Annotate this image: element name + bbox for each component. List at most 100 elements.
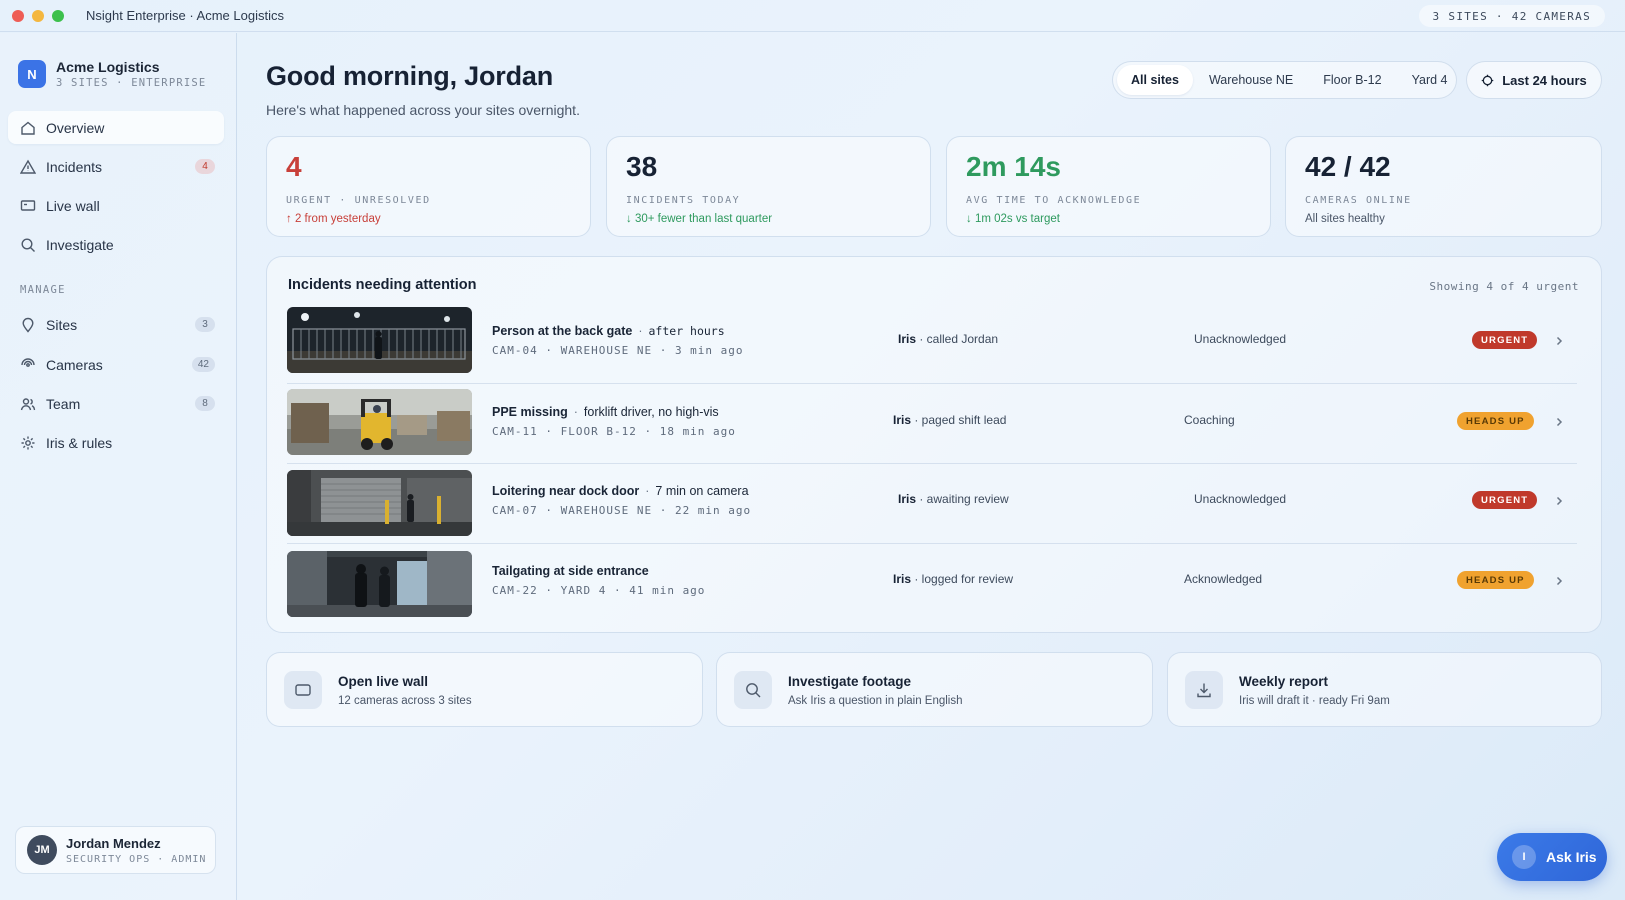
page-subtitle: Here's what happened across your sites o… — [266, 102, 580, 118]
stat-value: 4 — [286, 151, 302, 182]
manage-section-label: MANAGE — [20, 284, 66, 296]
sidebar: N Acme Logistics 3 SITES · ENTERPRISE Ov… — [0, 33, 237, 900]
stat-label: AVG TIME TO ACKNOWLEDGE — [966, 195, 1142, 206]
incident-meta: CAM-07 · WAREHOUSE NE · 22 min ago — [492, 504, 752, 517]
window-controls — [12, 9, 64, 22]
user-profile-card[interactable]: JM Jordan Mendez SECURITY OPS · ADMIN — [15, 826, 216, 874]
incident-thumbnail — [287, 551, 472, 617]
sidebar-item-label: Cameras — [46, 356, 103, 373]
stat-card-incidents-today[interactable]: 38 INCIDENTS TODAY ↓ 30+ fewer than last… — [606, 136, 931, 237]
panel-title: Incidents needing attention — [288, 277, 477, 293]
stat-card-cameras-online[interactable]: 42 / 42 CAMERAS ONLINE All sites healthy — [1285, 136, 1602, 237]
incident-row[interactable]: Person at the back gate · after hours CAM-… — [287, 307, 1577, 387]
open-live-wall-card[interactable]: Open live wall 12 cameras across 3 sites — [266, 652, 703, 727]
stat-delta: ↑ 2 from yesterday — [286, 213, 381, 225]
incident-title: PPE missing · forklift driver, no high-vis — [492, 405, 719, 419]
avatar: JM — [27, 835, 57, 865]
site-filter-group: All sites Warehouse NE Floor B-12 Yard 4 — [1112, 61, 1457, 99]
incident-thumbnail — [287, 389, 472, 455]
stat-card-avg-ack[interactable]: 2m 14s AVG TIME TO ACKNOWLEDGE ↓ 1m 02s … — [946, 136, 1271, 237]
stat-label: URGENT · UNRESOLVED — [286, 195, 431, 206]
sidebar-item-label: Incidents — [46, 158, 103, 175]
pin-icon — [20, 317, 36, 333]
action-subtitle: Ask Iris a question in plain English — [788, 695, 963, 707]
camera-icon — [20, 357, 36, 373]
site-camera-summary: 3 SITES · 42 CAMERAS — [1418, 5, 1605, 27]
chevron-right-icon[interactable] — [1553, 334, 1565, 346]
sidebar-item-label: Team — [46, 395, 81, 412]
page-title: Good morning, Jordan — [266, 61, 553, 91]
incident-agent-action: Iris · awaiting review — [898, 492, 1009, 506]
incident-row[interactable]: Tailgating at side entrance CAM-22 · YAR… — [287, 543, 1577, 623]
sidebar-item-team[interactable]: Team 8 — [8, 387, 224, 420]
sidebar-item-overview[interactable]: Overview — [8, 111, 224, 144]
alert-triangle-icon — [20, 159, 36, 175]
minimize-window-button[interactable] — [32, 9, 44, 22]
incident-status: Coaching — [1184, 413, 1235, 427]
sidebar-item-iris-rules[interactable]: Iris & rules — [8, 426, 224, 459]
download-icon — [1185, 671, 1223, 709]
filter-floor-b-12[interactable]: Floor B-12 — [1309, 65, 1395, 95]
severity-badge: HEADS UP — [1457, 571, 1534, 589]
search-icon — [734, 671, 772, 709]
incident-meta: CAM-22 · YARD 4 · 41 min ago — [492, 584, 706, 597]
org-subtitle: 3 SITES · ENTERPRISE — [56, 77, 207, 89]
sidebar-item-sites[interactable]: Sites 3 — [8, 308, 224, 341]
incident-thumbnail — [287, 470, 472, 536]
incident-agent-action: Iris · called Jordan — [898, 332, 999, 346]
sparkle-icon — [20, 435, 36, 451]
weekly-report-card[interactable]: Weekly report Iris will draft it · ready… — [1167, 652, 1602, 727]
org-switcher[interactable]: N Acme Logistics 3 SITES · ENTERPRISE — [18, 59, 206, 89]
org-logo: N — [18, 60, 46, 88]
incident-status: Unacknowledged — [1194, 332, 1287, 346]
sidebar-item-incidents[interactable]: Incidents 4 — [8, 150, 224, 183]
investigate-footage-card[interactable]: Investigate footage Ask Iris a question … — [716, 652, 1153, 727]
cameras-count-badge: 42 — [191, 357, 215, 372]
sidebar-item-label: Overview — [46, 119, 105, 136]
incident-thumbnail — [287, 307, 472, 373]
stat-card-urgent[interactable]: 4 URGENT · UNRESOLVED ↑ 2 from yesterday — [266, 136, 591, 237]
maximize-window-button[interactable] — [52, 9, 64, 22]
stat-value: 2m 14s — [966, 151, 1061, 182]
sidebar-item-investigate[interactable]: Investigate — [8, 228, 224, 261]
severity-badge: HEADS UP — [1457, 412, 1534, 430]
iris-icon: I — [1512, 845, 1536, 869]
panel-meta: Showing 4 of 4 urgent — [1429, 280, 1579, 293]
sidebar-item-label: Iris & rules — [46, 434, 113, 451]
team-count-badge: 8 — [195, 396, 215, 411]
home-icon — [20, 120, 36, 136]
time-range-label: Last 24 hours — [1502, 72, 1587, 88]
action-title: Investigate footage — [788, 674, 912, 689]
action-title: Weekly report — [1239, 674, 1329, 689]
chevron-right-icon[interactable] — [1553, 574, 1565, 586]
incidents-panel: Incidents needing attention Showing 4 of… — [266, 256, 1602, 633]
incident-agent-action: Iris · logged for review — [893, 572, 1014, 586]
severity-badge: URGENT — [1472, 331, 1538, 349]
incident-row[interactable]: PPE missing · forklift driver, no high-vis… — [287, 383, 1577, 463]
ask-iris-button[interactable]: I Ask Iris — [1497, 833, 1607, 881]
incident-title: Loitering near dock door · 7 min on camera — [492, 484, 749, 498]
incident-row[interactable]: Loitering near dock door · 7 min on camera… — [287, 463, 1577, 543]
sidebar-item-cameras[interactable]: Cameras 42 — [8, 348, 224, 381]
filter-warehouse-ne[interactable]: Warehouse NE — [1195, 65, 1307, 95]
filter-yard-4[interactable]: Yard 4 — [1398, 65, 1462, 95]
incident-agent-action: Iris · paged shift lead — [893, 413, 1007, 427]
user-name: Jordan Mendez — [66, 835, 161, 851]
stat-delta: ↓ 30+ fewer than last quarter — [626, 213, 773, 225]
chevron-right-icon[interactable] — [1553, 494, 1565, 506]
stat-delta: ↓ 1m 02s vs target — [966, 213, 1060, 225]
chevron-right-icon[interactable] — [1553, 415, 1565, 427]
incident-meta: CAM-11 · FLOOR B-12 · 18 min ago — [492, 425, 736, 438]
stat-label: INCIDENTS TODAY — [626, 195, 741, 206]
filter-all-sites[interactable]: All sites — [1117, 65, 1193, 95]
close-window-button[interactable] — [12, 9, 24, 22]
incident-title: Person at the back gate · after hours — [492, 324, 725, 338]
incident-meta: CAM-04 · WAREHOUSE NE · 3 min ago — [492, 344, 744, 357]
time-range-button[interactable]: Last 24 hours — [1466, 61, 1602, 99]
sites-count-badge: 3 — [195, 317, 215, 332]
stat-delta: All sites healthy — [1305, 213, 1385, 225]
sidebar-item-live-wall[interactable]: Live wall — [8, 189, 224, 222]
incidents-count-badge: 4 — [195, 159, 215, 174]
title-bar: Nsight Enterprise · Acme Logistics 3 SIT… — [0, 0, 1625, 32]
incident-title: Tailgating at side entrance — [492, 564, 649, 578]
